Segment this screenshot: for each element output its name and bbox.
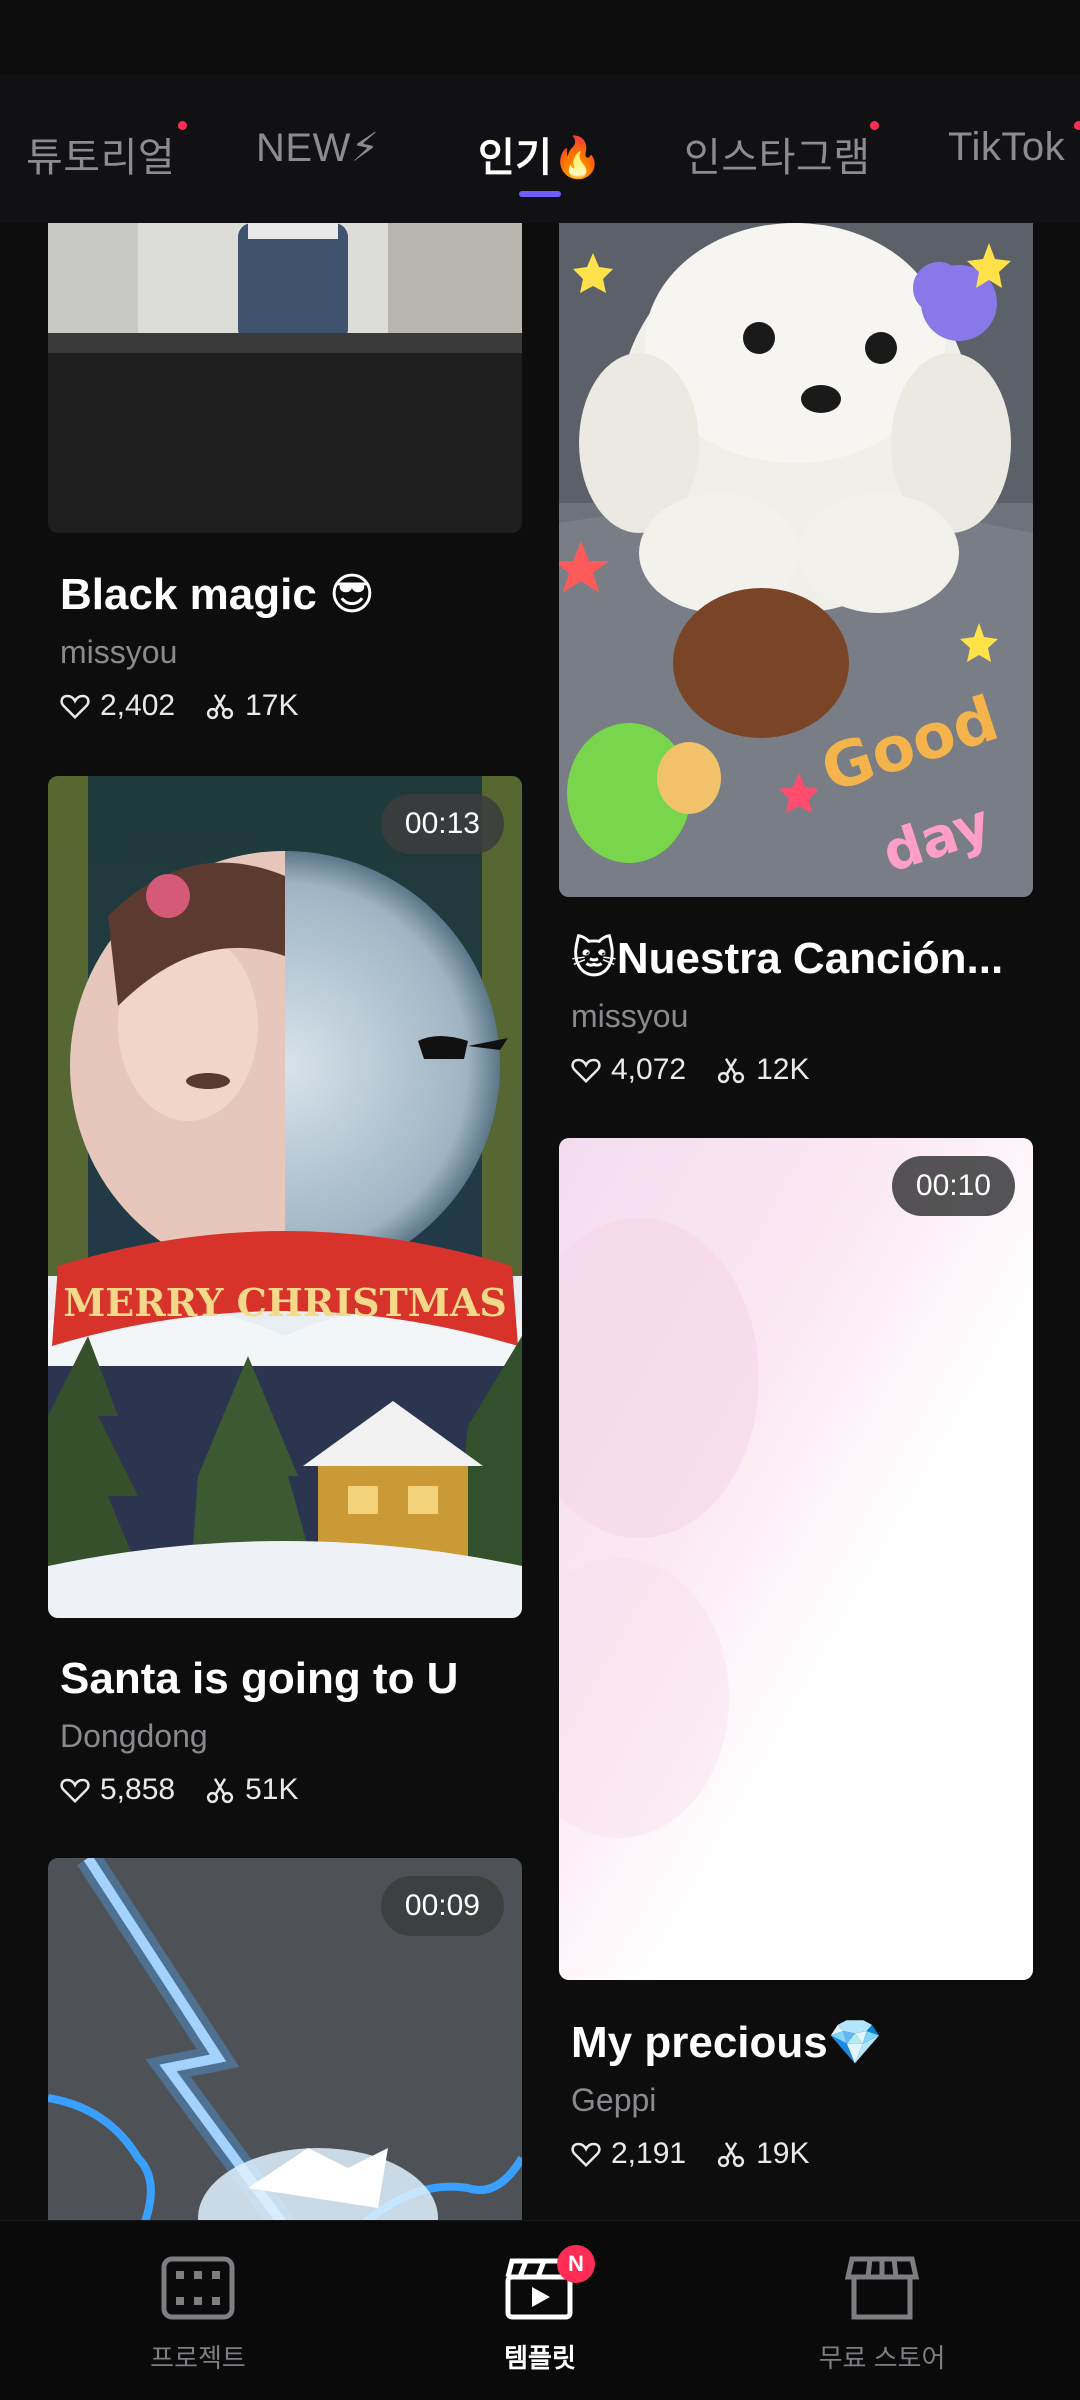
new-dot-indicator	[178, 121, 188, 130]
new-dot-indicator	[1074, 121, 1080, 130]
store-icon	[844, 2256, 920, 2320]
merry-christmas-banner-text: MERRY CHRISTMAS	[63, 1280, 507, 1325]
likes-count: 2,191	[611, 2137, 687, 2170]
template-card-santa[interactable]: MERRY CHRISTMAS 00:13 Santa is going to …	[48, 776, 522, 1807]
tab-popular[interactable]: 인기🔥	[478, 125, 603, 183]
tab-new[interactable]: NEW⚡	[256, 125, 379, 171]
scissors-icon	[206, 694, 234, 720]
tab-label: 인스타그램	[684, 136, 871, 180]
template-author[interactable]: Dongdong	[60, 1718, 510, 1755]
bottom-navigation: 프로젝트 N 템플릿 무료 스토어	[0, 2220, 1080, 2400]
likes-stat: 2,191	[571, 2137, 686, 2171]
heart-icon	[60, 1778, 90, 1804]
template-thumbnail[interactable]: Good day	[559, 223, 1033, 897]
template-card-my-precious[interactable]: 00:10 My precious💎 Geppi 2,191 19K	[559, 1138, 1033, 2171]
likes-stat: 5,858	[60, 1773, 175, 1807]
template-title: 🐱Nuestra Canción...	[571, 934, 1004, 983]
uses-stat: 12K	[716, 1053, 809, 1087]
likes-count: 5,858	[100, 1773, 176, 1806]
template-stats: 2,191 19K	[571, 2137, 1021, 2171]
template-stats: 5,858 51K	[60, 1773, 510, 1807]
template-card-black-magic[interactable]: Black magic 😎 missyou 2,402 17K	[48, 223, 522, 723]
film-icon	[161, 2256, 235, 2320]
nav-label: 프로젝트	[150, 2343, 246, 2373]
uses-count: 12K	[756, 1053, 810, 1086]
heart-icon	[571, 1058, 601, 1084]
nav-templates[interactable]: N 템플릿	[420, 2245, 660, 2375]
template-author[interactable]: missyou	[60, 634, 510, 671]
active-tab-indicator	[519, 191, 561, 197]
uses-count: 19K	[756, 2137, 810, 2170]
heart-icon	[571, 2142, 601, 2168]
likes-stat: 4,072	[571, 1053, 686, 1087]
tab-label: 인기🔥	[478, 136, 603, 180]
nav-free-store[interactable]: 무료 스토어	[762, 2255, 1002, 2375]
template-thumbnail[interactable]	[48, 223, 522, 533]
template-stats: 2,402 17K	[60, 689, 510, 723]
duration-badge: 00:13	[380, 794, 504, 854]
template-title: Santa is going to U	[60, 1654, 459, 1703]
uses-stat: 17K	[205, 689, 298, 723]
tab-label: 튜토리얼	[26, 136, 176, 180]
uses-count: 51K	[245, 1773, 299, 1806]
uses-stat: 19K	[716, 2137, 809, 2171]
scissors-icon	[717, 2142, 745, 2168]
scissors-icon	[206, 1778, 234, 1804]
tab-label: TikTok	[948, 125, 1066, 169]
template-thumbnail[interactable]: MERRY CHRISTMAS 00:13	[48, 776, 522, 1618]
template-author[interactable]: missyou	[571, 998, 1021, 1035]
likes-stat: 2,402	[60, 689, 175, 723]
heart-icon	[60, 694, 90, 720]
template-stats: 4,072 12K	[571, 1053, 1021, 1087]
category-tab-bar: 튜토리얼 NEW⚡ 인기🔥 인스타그램 TikTok	[0, 75, 1080, 223]
nav-projects[interactable]: 프로젝트	[78, 2255, 318, 2375]
uses-count: 17K	[245, 689, 299, 722]
template-feed[interactable]: Black magic 😎 missyou 2,402 17K Good day…	[0, 223, 1080, 2220]
nav-label: 무료 스토어	[818, 2343, 946, 2373]
tab-label: NEW⚡	[256, 126, 380, 170]
duration-badge: 00:10	[891, 1156, 1015, 1216]
template-title: My precious💎	[571, 2018, 883, 2067]
likes-count: 2,402	[100, 689, 176, 722]
template-thumbnail[interactable]: 00:10	[559, 1138, 1033, 1980]
tab-instagram[interactable]: 인스타그램	[684, 121, 879, 183]
nav-label: 템플릿	[504, 2343, 576, 2373]
template-thumbnail[interactable]: 00:09	[48, 1858, 522, 2220]
scissors-icon	[717, 1058, 745, 1084]
likes-count: 4,072	[611, 1053, 687, 1086]
template-card-nuestra-cancion[interactable]: Good day 🐱Nuestra Canción... missyou 4,0…	[559, 223, 1033, 1087]
tab-tutorial[interactable]: 튜토리얼	[26, 121, 188, 183]
template-author[interactable]: Geppi	[571, 2082, 1021, 2119]
new-badge: N	[557, 2245, 595, 2283]
template-title: Black magic 😎	[60, 570, 375, 619]
template-card-lightning[interactable]: 00:09	[48, 1858, 522, 2220]
new-dot-indicator	[869, 121, 879, 130]
duration-badge: 00:09	[380, 1876, 504, 1936]
tab-tiktok[interactable]: TikTok	[948, 121, 1080, 170]
uses-stat: 51K	[205, 1773, 298, 1807]
